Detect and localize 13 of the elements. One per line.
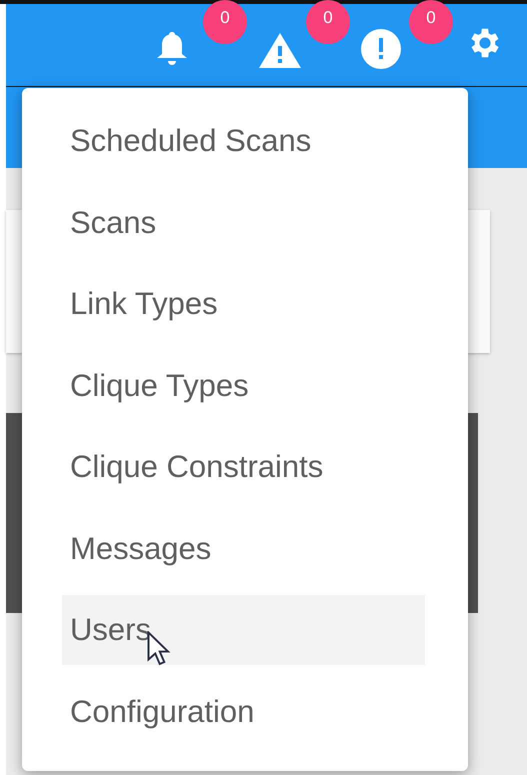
- count-badge: 0: [409, 0, 453, 44]
- alert-circle-icon: [361, 29, 401, 69]
- menu-item[interactable]: Link Types: [62, 269, 425, 339]
- menu-item[interactable]: Users: [62, 595, 425, 665]
- warning-icon: [258, 31, 302, 69]
- menu-item[interactable]: Scans: [62, 188, 425, 258]
- menu-item[interactable]: Clique Types: [62, 350, 425, 420]
- menu-item[interactable]: Clique Constraints: [62, 432, 425, 502]
- count-badge: 0: [306, 0, 350, 44]
- menu-item[interactable]: Configuration: [62, 676, 425, 746]
- menu-item[interactable]: Scheduled Scans: [62, 106, 425, 176]
- count-badge: 0: [203, 0, 247, 44]
- menu-item[interactable]: Messages: [62, 514, 425, 584]
